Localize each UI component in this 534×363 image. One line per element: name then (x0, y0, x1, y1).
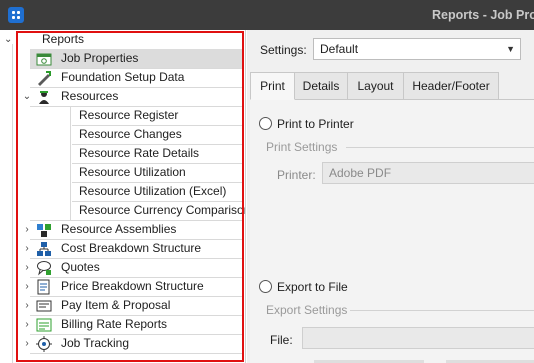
tab-label: Header/Footer (412, 79, 490, 93)
printer-field[interactable]: Adobe PDF (322, 162, 534, 184)
printer-value: Adobe PDF (329, 166, 392, 180)
tab-layout[interactable]: Layout (347, 72, 404, 100)
tab-label: Details (302, 79, 340, 93)
highlight-box (16, 31, 244, 362)
export-to-file-radio[interactable] (259, 280, 272, 293)
print-tab-content: Print to Printer Print Settings Printer:… (250, 99, 534, 363)
report-options-pane: Settings: Default ▼ Print Details Layout… (247, 30, 534, 363)
settings-label: Settings: (260, 43, 307, 57)
group-divider (350, 310, 534, 311)
app-icon[interactable] (8, 7, 24, 23)
settings-value: Default (320, 42, 359, 56)
tab-label: Print (260, 79, 285, 93)
tree-guide-line (12, 44, 13, 363)
print-settings-title: Print Settings (266, 140, 338, 154)
file-label: File: (270, 333, 293, 347)
file-path-input[interactable] (302, 327, 534, 349)
print-to-printer-radio[interactable] (259, 117, 272, 130)
window-title: Reports - Job Prop (432, 8, 534, 22)
tab-print[interactable]: Print (250, 72, 295, 100)
dropdown-arrow-icon: ▼ (506, 44, 515, 54)
tab-label: Layout (357, 79, 394, 93)
settings-dropdown[interactable]: Default ▼ (313, 38, 521, 60)
tab-details[interactable]: Details (294, 72, 348, 100)
printer-label: Printer: (277, 168, 316, 182)
title-bar: Reports - Job Prop (0, 0, 534, 30)
export-to-file-label: Export to File (277, 280, 348, 294)
print-to-printer-label: Print to Printer (277, 117, 354, 131)
group-divider (346, 147, 534, 148)
tab-header-footer[interactable]: Header/Footer (403, 72, 499, 100)
export-settings-title: Export Settings (266, 303, 348, 317)
